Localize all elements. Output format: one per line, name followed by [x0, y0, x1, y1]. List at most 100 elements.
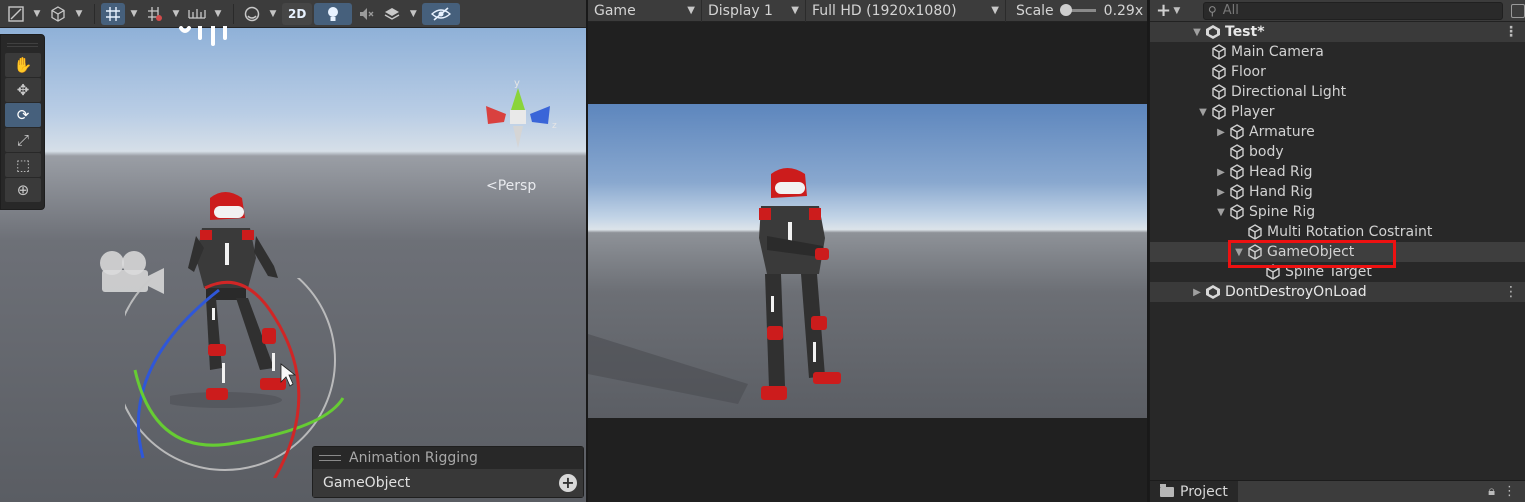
hierarchy-item[interactable]: ▼ Player [1150, 102, 1525, 122]
hierarchy-item[interactable]: Main Camera [1150, 42, 1525, 62]
hierarchy-item-label: Hand Rig [1249, 184, 1313, 200]
gameobject-cube-icon [1210, 104, 1228, 120]
hierarchy-item[interactable]: Floor [1150, 62, 1525, 82]
mode-2d-button[interactable]: 2D [282, 2, 313, 25]
gizmo-z-cone[interactable] [530, 106, 550, 124]
hierarchy-item[interactable]: ▼ Spine Rig [1150, 202, 1525, 222]
gameobject-cube-icon [1228, 124, 1246, 140]
hierarchy-item-label: body [1249, 144, 1284, 160]
scene-view[interactable]: ▼ ▼ ▼ ▼ ▼ ▼ 2D ▼ y z <Persp ✋ ✥ ⟳ ⤢ ⬚ ⊕ … [0, 0, 586, 502]
hierarchy-search-input[interactable]: ⚲ All [1202, 1, 1504, 20]
hierarchy-item[interactable]: Directional Light [1150, 82, 1525, 102]
more-options-icon[interactable]: ⋮ [1503, 484, 1516, 499]
hierarchy-panel: + ▼ ⚲ All ▼ Test* ⋮ Main Camera Floor Directi… [1149, 0, 1525, 502]
effects-layers-icon[interactable] [380, 3, 404, 25]
selection-highlight-box [1228, 240, 1396, 268]
hierarchy-item-label: Player [1231, 104, 1275, 120]
gizmo-neg-y-cone[interactable] [513, 126, 523, 148]
collapse-arrow-icon[interactable]: ▶ [1214, 167, 1228, 178]
scene-toolbar: ▼ ▼ ▼ ▼ ▼ ▼ 2D ▼ [0, 0, 586, 28]
gizmo-x-cone[interactable] [486, 106, 506, 124]
rotation-z-ring[interactable] [136, 288, 220, 459]
rotation-outer-ring[interactable] [125, 278, 336, 471]
unity-scene-icon [1204, 24, 1222, 40]
overlay-title: Animation Rigging [349, 450, 478, 466]
persp-label[interactable]: <Persp [486, 178, 536, 194]
expand-arrow-icon[interactable]: ▼ [1214, 207, 1228, 218]
gizmo-center-cube[interactable] [510, 110, 526, 124]
game-viewport[interactable] [588, 104, 1147, 418]
orientation-gizmo[interactable]: y x z [478, 76, 558, 156]
scale-slider[interactable] [1059, 4, 1096, 16]
hierarchy-item[interactable]: ▶ Armature [1150, 122, 1525, 142]
sphere-shading-icon[interactable] [240, 3, 264, 25]
hierarchy-item[interactable]: Multi Rotation Costraint [1150, 222, 1525, 242]
more-options-icon[interactable]: ⋮ [1504, 284, 1518, 300]
transform-tool-icon[interactable]: ⊕ [5, 178, 41, 202]
hand-tool-icon[interactable]: ✋ [5, 53, 41, 77]
collapse-arrow-icon[interactable]: ▶ [1190, 287, 1204, 298]
overlay-title-bar[interactable]: Animation Rigging [313, 447, 583, 469]
scene-row-dontdestroy[interactable]: ▶ DontDestroyOnLoad ⋮ [1150, 282, 1525, 302]
chevron-down-icon: ▼ [687, 5, 695, 16]
chevron-down-icon[interactable]: ▼ [1173, 6, 1186, 16]
overlay-gameobject-row[interactable]: GameObject + [313, 469, 583, 497]
grid-dropdown-icon[interactable]: ▼ [127, 3, 141, 25]
shaded-draw-icon[interactable] [4, 3, 28, 25]
light-gizmo-icon [179, 26, 227, 46]
hidden-eye-icon[interactable] [422, 2, 461, 25]
hierarchy-toolbar: + ▼ ⚲ All [1150, 0, 1525, 22]
snap-dropdown-icon[interactable]: ▼ [169, 3, 183, 25]
unity-scene-icon [1204, 284, 1222, 300]
add-plus-icon[interactable]: + [559, 474, 577, 492]
hierarchy-item-label: Armature [1249, 124, 1315, 140]
hierarchy-item[interactable]: ▶ Hand Rig [1150, 182, 1525, 202]
game-tab-dropdown[interactable]: Game ▼ [588, 0, 702, 22]
move-tool-icon[interactable]: ✥ [5, 78, 41, 102]
cube-render-icon[interactable] [46, 3, 70, 25]
expand-arrow-icon[interactable]: ▼ [1196, 107, 1210, 118]
ruler-dropdown-icon[interactable]: ▼ [211, 3, 225, 25]
resolution-label: Full HD (1920x1080) [812, 2, 957, 19]
project-tab-bar: Project 🔒︎ ⋮ [1150, 480, 1525, 502]
project-tab[interactable]: Project [1150, 480, 1238, 502]
grid-snap-icon[interactable] [101, 2, 125, 25]
animation-rigging-overlay: Animation Rigging GameObject + [312, 446, 584, 498]
shading-dropdown-icon[interactable]: ▼ [266, 3, 280, 25]
resolution-dropdown[interactable]: Full HD (1920x1080) ▼ [806, 0, 1006, 22]
draw-mode-dropdown-icon[interactable]: ▼ [30, 3, 44, 25]
rect-tool-icon[interactable]: ⬚ [5, 153, 41, 177]
scale-tool-icon[interactable]: ⤢ [5, 128, 41, 152]
effects-dropdown-icon[interactable]: ▼ [406, 3, 420, 25]
gameobject-cube-icon [1228, 204, 1246, 220]
rotate-tool-icon[interactable]: ⟳ [5, 103, 41, 127]
create-plus-icon[interactable]: + [1156, 0, 1171, 21]
expand-arrow-icon[interactable]: ▼ [1190, 27, 1204, 38]
lock-icon[interactable] [1511, 3, 1525, 18]
ruler-icon[interactable] [185, 3, 209, 25]
hierarchy-item[interactable]: ▶ Head Rig [1150, 162, 1525, 182]
chevron-down-icon: ▼ [791, 5, 799, 16]
collapse-arrow-icon[interactable]: ▶ [1214, 127, 1228, 138]
scene-row-test[interactable]: ▼ Test* ⋮ [1150, 22, 1525, 42]
scene-viewport[interactable]: y x z <Persp [0, 26, 586, 502]
render-mode-dropdown-icon[interactable]: ▼ [72, 3, 86, 25]
gizmo-y-label: y [514, 78, 520, 89]
lightbulb-icon[interactable] [314, 2, 353, 25]
rotation-x-ring[interactable] [204, 280, 301, 478]
lock-icon[interactable]: 🔒︎ [1488, 484, 1495, 499]
hierarchy-item[interactable]: body [1150, 142, 1525, 162]
search-icon: ⚲ [1207, 3, 1217, 18]
increment-snap-icon[interactable] [143, 3, 167, 25]
more-options-icon[interactable]: ⋮ [1504, 24, 1518, 40]
display-dropdown[interactable]: Display 1 ▼ [702, 0, 806, 22]
grip-icon[interactable] [319, 455, 341, 461]
collapse-arrow-icon[interactable]: ▶ [1214, 187, 1228, 198]
hierarchy-item-label: Main Camera [1231, 44, 1324, 60]
tools-grip[interactable] [7, 43, 38, 47]
rotation-y-ring[interactable] [133, 369, 345, 447]
gizmo-y-cone[interactable] [511, 88, 525, 110]
mute-audio-icon[interactable] [354, 3, 378, 25]
gameobject-cube-icon [1210, 64, 1228, 80]
game-view[interactable]: Game ▼ Display 1 ▼ Full HD (1920x1080) ▼ Sc… [588, 0, 1147, 502]
